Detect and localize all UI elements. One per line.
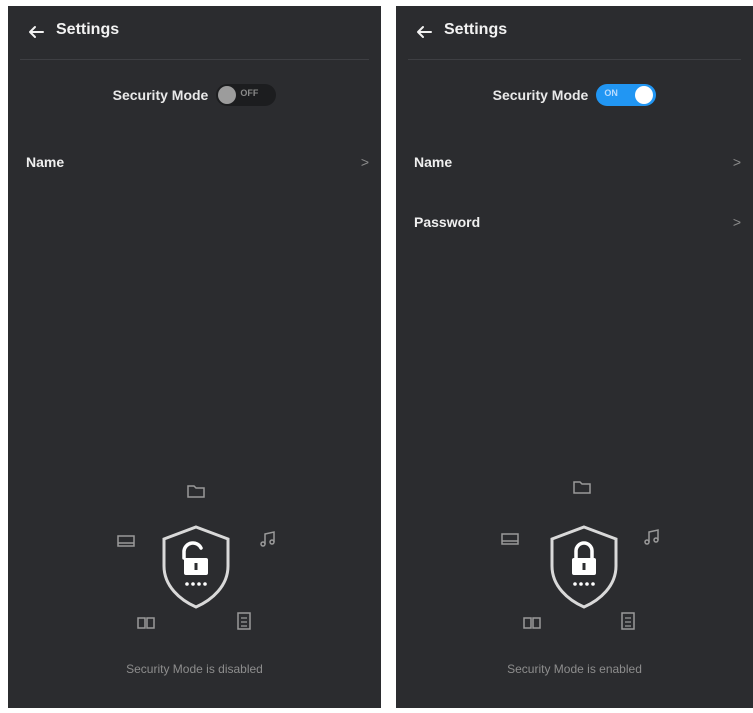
security-mode-toggle[interactable]: ON <box>596 84 657 106</box>
security-mode-label: Security Mode <box>492 87 589 103</box>
chevron-right-icon: > <box>732 214 741 230</box>
security-mode-row: Security Mode OFF <box>8 82 381 108</box>
music-note-icon <box>644 529 659 545</box>
photo-icon <box>501 533 519 545</box>
settings-item-password[interactable]: Password > <box>396 204 753 240</box>
security-status-text: Security Mode is enabled <box>507 662 642 676</box>
chevron-right-icon: > <box>732 154 741 170</box>
video-icon <box>137 617 155 629</box>
toggle-knob <box>635 86 654 104</box>
music-note-icon <box>260 531 275 547</box>
header-divider <box>408 59 741 60</box>
shield-unlocked-icon <box>162 525 230 609</box>
document-icon <box>237 612 251 630</box>
settings-item-name[interactable]: Name > <box>396 144 753 180</box>
settings-item-name[interactable]: Name > <box>8 144 381 180</box>
folder-icon <box>187 485 205 498</box>
back-arrow-icon[interactable] <box>412 20 436 44</box>
page-title: Settings <box>56 21 120 38</box>
chevron-right-icon: > <box>360 154 369 170</box>
folder-icon <box>573 481 591 494</box>
security-illustration <box>396 468 753 648</box>
photo-icon <box>117 535 135 547</box>
toggle-knob <box>218 86 237 104</box>
security-mode-toggle[interactable]: OFF <box>216 84 277 106</box>
app-header: Settings <box>396 6 753 62</box>
settings-screen-security-off: Settings Security Mode OFF Name > Securi… <box>8 6 381 708</box>
settings-item-label: Name <box>414 154 453 170</box>
security-status-text: Security Mode is disabled <box>126 662 263 676</box>
document-icon <box>621 612 635 630</box>
video-icon <box>523 617 541 629</box>
security-illustration <box>8 468 381 648</box>
app-header: Settings <box>8 6 381 62</box>
settings-item-label: Password <box>414 214 481 230</box>
page-title: Settings <box>444 21 508 38</box>
header-divider <box>20 59 369 60</box>
security-mode-label: Security Mode <box>112 87 209 103</box>
security-mode-row: Security Mode ON <box>396 82 753 108</box>
shield-locked-icon <box>550 525 618 609</box>
toggle-state-label: ON <box>604 88 618 98</box>
toggle-state-label: OFF <box>240 88 259 98</box>
settings-item-label: Name <box>26 154 65 170</box>
back-arrow-icon[interactable] <box>24 20 48 44</box>
settings-screen-security-on: Settings Security Mode ON Name > Passwor… <box>396 6 753 708</box>
